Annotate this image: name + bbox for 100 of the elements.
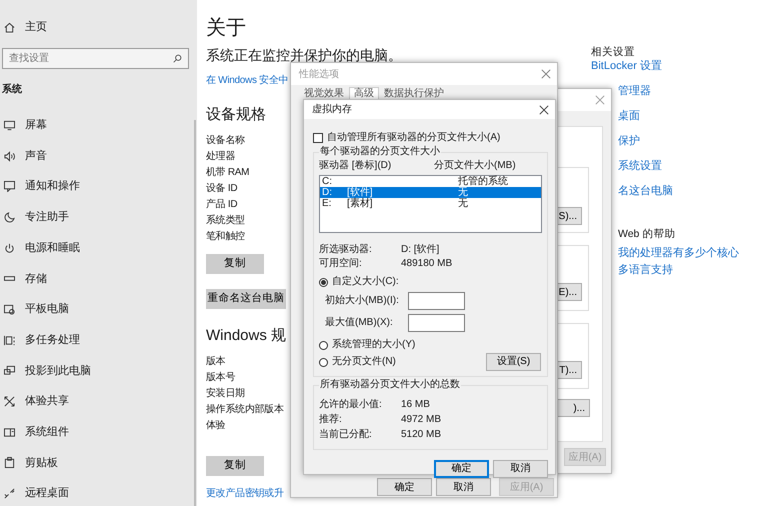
window-title: 性能选项	[299, 68, 339, 82]
spec-label: 系统类型	[206, 214, 245, 228]
info-label: 可用空间:	[319, 257, 363, 271]
tab[interactable]: 数据执行保护	[379, 87, 449, 100]
info-label: 所选驱动器:	[319, 243, 373, 257]
help-link[interactable]: 多语言支持	[618, 262, 673, 279]
sidebar-item[interactable]: 投影到此电脑	[25, 362, 91, 380]
home-link[interactable]: 主页	[25, 18, 47, 36]
info-label: 当前已分配:	[319, 428, 373, 442]
power-icon	[4, 242, 15, 254]
field-label: 最大值(MB)(X):	[325, 316, 394, 330]
column-header: 分页文件大小(MB)	[434, 159, 516, 173]
security-link[interactable]: 在 Windows 安全中	[206, 73, 288, 88]
related-link[interactable]: 管理器	[618, 79, 651, 104]
list-row[interactable]: E: [素材] 无	[320, 198, 541, 209]
sidebar-item[interactable]: 屏幕	[25, 117, 47, 134]
clipboard-icon	[4, 457, 15, 468]
tablet-icon	[4, 304, 15, 315]
settings-button[interactable]: 复制	[206, 456, 264, 476]
scrollbar[interactable]	[194, 120, 196, 506]
remote-icon	[4, 488, 15, 500]
moon-icon	[4, 212, 15, 223]
home-icon	[4, 22, 15, 32]
radio-button[interactable]	[319, 340, 328, 350]
search-icon	[173, 54, 182, 63]
tab[interactable]: 视觉效果	[299, 87, 349, 100]
close-icon	[539, 104, 549, 114]
message-icon	[4, 181, 15, 192]
spec-label: 体验	[206, 419, 226, 433]
section-heading: Windows 规	[206, 326, 286, 346]
info-label: 允许的最小值:	[319, 398, 383, 412]
spec-label: 设备 ID	[206, 182, 238, 196]
related-link[interactable]: 保护	[618, 129, 640, 154]
sidebar-item[interactable]: 系统组件	[25, 424, 69, 440]
sidebar-item[interactable]: 声音	[25, 148, 47, 164]
related-link[interactable]: 名这台电脑	[618, 179, 673, 204]
related-link[interactable]: 桌面	[618, 104, 640, 129]
spec-label: 处理器	[206, 150, 236, 164]
search-field[interactable]: 查找设置	[2, 48, 189, 69]
spec-label: 操作系统内部版本	[206, 402, 284, 417]
product-key-link[interactable]: 更改产品密钥或升	[206, 486, 284, 501]
monitor-icon	[4, 120, 15, 131]
sidebar-item[interactable]: 电源和睡眠	[25, 240, 80, 256]
input-field[interactable]	[408, 292, 465, 310]
group-label: 每个驱动器的分页文件大小	[319, 146, 441, 158]
spec-label: 版本号	[206, 370, 236, 385]
related-link[interactable]: 系统设置	[618, 154, 662, 179]
info-value: 5120 MB	[401, 428, 442, 442]
spec-label: 产品 ID	[206, 198, 238, 212]
screens-icon	[4, 365, 15, 376]
radio-label: 自定义大小(C):	[332, 275, 399, 289]
settings-button[interactable]: 设置(S)	[486, 353, 541, 371]
status-text: 系统正在监控并保护你的电脑。	[206, 46, 402, 64]
spec-label: 版本	[206, 354, 226, 369]
drive-list[interactable]: C: 托管的系统 D: [软件] 无 E: [素材] 无	[319, 175, 542, 233]
sidebar-item[interactable]: 剪贴板	[25, 454, 58, 472]
sidebar-item[interactable]: 存储	[25, 270, 47, 288]
spec-label: 机带 RAM	[206, 166, 250, 180]
column-header: 驱动器 [卷标](D)	[319, 159, 392, 173]
dialog-button[interactable]: 取消	[436, 478, 491, 496]
info-value: 4972 MB	[401, 413, 442, 427]
dialog-button[interactable]: 确定	[377, 478, 432, 496]
multitask-icon	[4, 334, 15, 346]
list-row[interactable]: C: 托管的系统	[320, 176, 541, 187]
list-row[interactable]: D: [软件] 无	[320, 187, 541, 198]
info-label: 推荐:	[319, 412, 343, 427]
sidebar-item[interactable]: 体验共享	[25, 393, 69, 410]
field-label: 初始大小(MB)(I):	[325, 294, 400, 308]
sidebar-item[interactable]: 多任务处理	[25, 332, 80, 348]
page-title: 关于	[206, 16, 246, 40]
group-label: 所有驱动器分页文件大小的总数	[319, 379, 461, 391]
tab[interactable]: 高级	[349, 87, 379, 100]
input-field[interactable]	[408, 314, 465, 332]
close-icon	[541, 69, 551, 79]
settings-button[interactable]: 重命名这台电脑	[206, 289, 286, 309]
window-title: 虚拟内存	[312, 102, 352, 117]
section-heading: 系统	[1, 82, 23, 97]
related-heading: 相关设置	[591, 45, 636, 60]
spec-label: 安装日期	[206, 386, 245, 401]
section-heading: 设备规格	[206, 105, 266, 125]
radio-button[interactable]	[319, 278, 328, 286]
sidebar-item[interactable]: 专注助手	[25, 209, 69, 226]
cross-arrows-icon	[4, 396, 15, 408]
info-value: 16 MB	[401, 398, 430, 412]
checkbox[interactable]	[313, 133, 323, 143]
help-link[interactable]: 我的处理器有多少个核心	[618, 245, 739, 262]
dialog-button[interactable]: 确定	[434, 460, 489, 478]
radio-label: 系统管理的大小(Y)	[332, 338, 416, 352]
settings-button[interactable]: 复制	[206, 254, 264, 274]
sidebar-item[interactable]: 远程桌面	[25, 485, 69, 502]
radio-button[interactable]	[319, 358, 328, 366]
sidebar-item[interactable]: 平板电脑	[25, 301, 69, 318]
panel-icon	[4, 426, 15, 438]
sidebar-item[interactable]: 通知和操作	[25, 178, 80, 195]
radio-label: 无分页文件(N)	[332, 355, 396, 369]
info-value: 489180 MB	[401, 257, 452, 271]
dialog-button[interactable]: 取消	[493, 460, 548, 478]
close-icon	[595, 95, 605, 105]
info-value: D: [软件]	[401, 243, 440, 257]
help-heading: Web 的帮助	[618, 227, 676, 242]
